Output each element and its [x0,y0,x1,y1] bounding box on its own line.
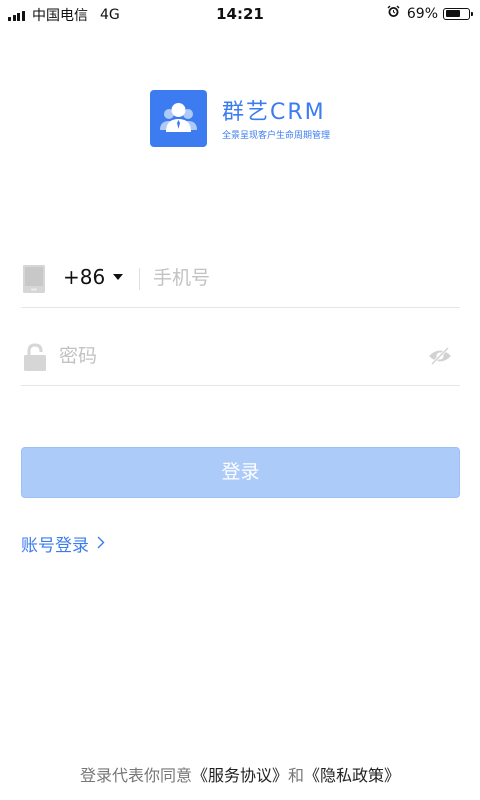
password-row [21,328,460,386]
account-login-label: 账号登录 [21,536,89,556]
alarm-icon [387,5,400,22]
country-code-label: +86 [63,265,106,289]
app-name: 群艺CRM [222,100,326,125]
status-bar: 中国电信 4G 14:21 69% [0,0,480,28]
country-code-selector[interactable]: +86 [63,265,124,289]
terms-link[interactable]: 《服务协议》 [192,766,288,785]
agreement-footer: 登录代表你同意《服务协议》和《隐私政策》 [0,762,480,786]
phone-input[interactable] [153,264,453,292]
agreement-prefix: 登录代表你同意 [79,766,192,785]
password-input[interactable] [59,342,409,370]
user-group-icon [160,103,197,132]
account-login-link[interactable]: 账号登录 [21,531,105,556]
caret-down-icon [113,274,124,280]
battery-percent: 69% [406,5,438,22]
chevron-right-icon [97,534,105,554]
login-button[interactable]: 登录 [21,447,460,498]
eye-off-icon[interactable] [428,346,452,369]
phone-row: +86 [21,250,460,308]
agreement-and: 和 [288,766,305,785]
divider [139,268,140,290]
battery-icon [443,7,473,20]
app-tagline: 全景呈现客户生命周期管理 [222,131,331,141]
phone-device-icon [23,265,45,297]
lock-icon [23,343,47,375]
privacy-link[interactable]: 《隐私政策》 [304,766,400,785]
app-logo [150,90,207,147]
